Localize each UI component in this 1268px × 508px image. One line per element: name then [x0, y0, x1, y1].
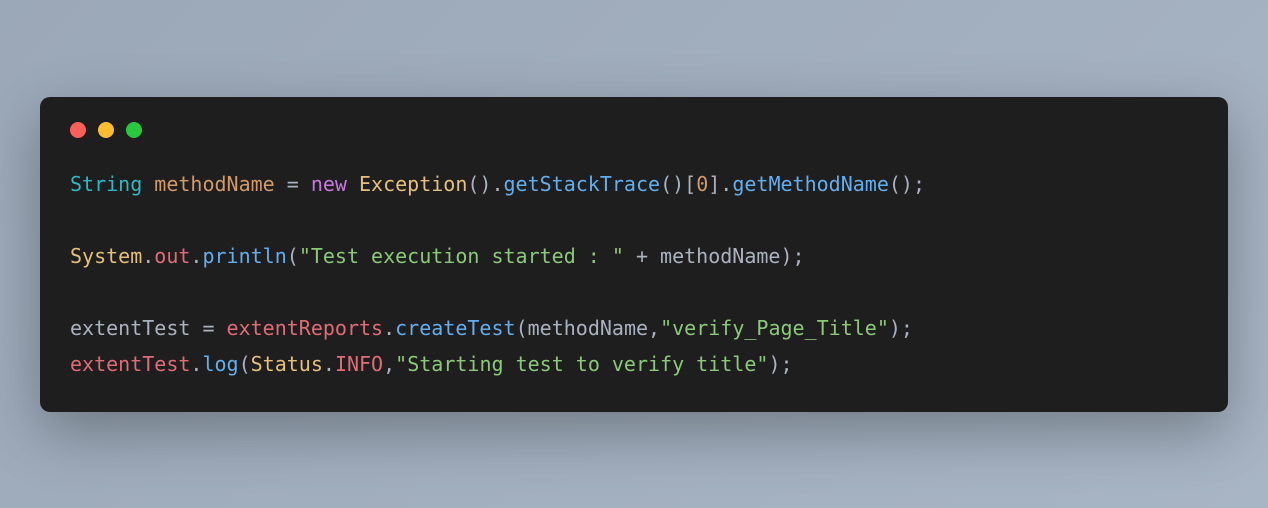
punctuation: ()[ — [660, 172, 696, 196]
string-literal: "Starting test to verify title" — [395, 352, 768, 376]
operator: = — [190, 316, 226, 340]
punctuation: ); — [768, 352, 792, 376]
identifier: extentTest — [70, 352, 190, 376]
class-name: System — [70, 244, 142, 268]
punctuation: , — [383, 352, 395, 376]
punctuation: . — [190, 244, 202, 268]
punctuation: ); — [889, 316, 913, 340]
punctuation: (); — [889, 172, 925, 196]
new-keyword: new — [311, 172, 347, 196]
class-name: Status — [251, 352, 323, 376]
space — [347, 172, 359, 196]
identifier: out — [154, 244, 190, 268]
punctuation: ); — [780, 244, 804, 268]
method-name: createTest — [395, 316, 515, 340]
identifier: extentTest — [70, 316, 190, 340]
method-name: getStackTrace — [504, 172, 661, 196]
punctuation: . — [190, 352, 202, 376]
close-icon[interactable] — [70, 122, 86, 138]
method-name: log — [202, 352, 238, 376]
punctuation: ]. — [708, 172, 732, 196]
string-literal: "verify_Page_Title" — [660, 316, 889, 340]
punctuation: . — [142, 244, 154, 268]
punctuation: . — [383, 316, 395, 340]
maximize-icon[interactable] — [126, 122, 142, 138]
type-keyword: String — [70, 172, 142, 196]
minimize-icon[interactable] — [98, 122, 114, 138]
punctuation: ( — [516, 316, 528, 340]
operator: = — [275, 172, 311, 196]
method-name: getMethodName — [732, 172, 889, 196]
identifier: methodName — [528, 316, 648, 340]
operator: + — [624, 244, 660, 268]
constant: INFO — [335, 352, 383, 376]
punctuation: . — [323, 352, 335, 376]
method-name: println — [202, 244, 286, 268]
punctuation: , — [648, 316, 660, 340]
string-literal: "Test execution started : " — [299, 244, 624, 268]
class-name: Exception — [359, 172, 467, 196]
identifier: methodName — [660, 244, 780, 268]
code-window: String methodName = new Exception().getS… — [40, 97, 1228, 412]
code-block: String methodName = new Exception().getS… — [70, 166, 1198, 382]
number-literal: 0 — [696, 172, 708, 196]
punctuation: ( — [239, 352, 251, 376]
identifier: extentReports — [227, 316, 384, 340]
punctuation: (). — [467, 172, 503, 196]
window-controls — [70, 122, 1198, 138]
variable-name: methodName — [154, 172, 274, 196]
punctuation: ( — [287, 244, 299, 268]
